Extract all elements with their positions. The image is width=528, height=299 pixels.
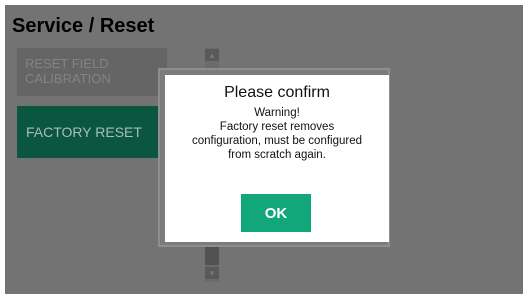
ok-button[interactable]: OK — [241, 194, 311, 232]
triangle-down-icon: ▼ — [208, 268, 216, 278]
factory-reset-label: FACTORY RESET — [26, 124, 142, 140]
dialog-message-line: configuration, must be configured — [191, 135, 363, 147]
factory-reset-button[interactable]: FACTORY RESET — [17, 106, 167, 158]
page-title: Service / Reset — [12, 15, 155, 37]
scroll-up-button[interactable]: ▲ — [205, 49, 219, 61]
screen: Service / Reset RESET FIELD CALIBRATION … — [5, 5, 523, 294]
reset-field-calibration-label-line2: CALIBRATION — [25, 71, 111, 86]
dialog-message-line: from scratch again. — [228, 149, 326, 161]
reset-field-calibration-button[interactable]: RESET FIELD CALIBRATION — [17, 48, 167, 96]
dialog-message-line: Factory reset removes — [219, 121, 335, 133]
dialog-message: Warning! Factory reset removes configura… — [165, 106, 389, 162]
dialog-title: Please confirm — [224, 84, 330, 101]
scroll-down-button[interactable]: ▼ — [205, 267, 219, 279]
reset-field-calibration-label-line1: RESET FIELD — [25, 56, 109, 71]
triangle-up-icon: ▲ — [208, 50, 216, 60]
dialog-message-line: Warning! — [254, 107, 300, 119]
confirm-dialog: Please confirm Warning! Factory reset re… — [165, 75, 389, 242]
